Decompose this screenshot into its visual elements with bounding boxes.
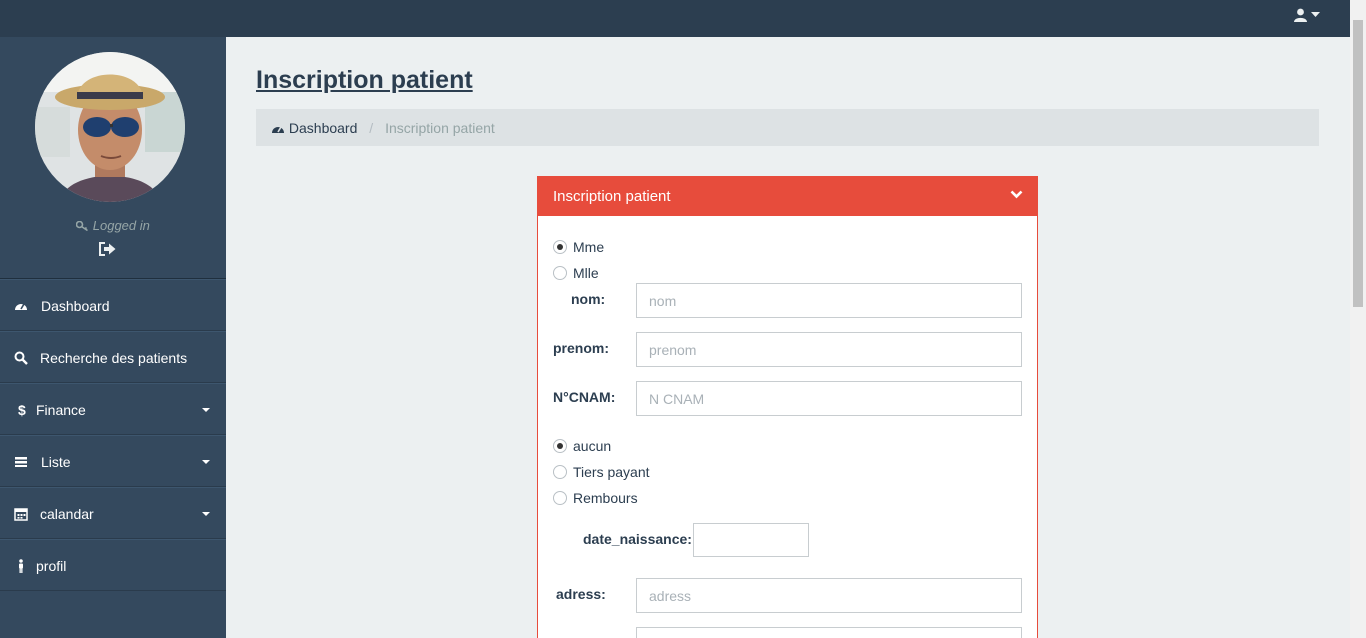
radio-label: Rembours xyxy=(573,490,638,506)
breadcrumb: Dashboard / Inscription patient xyxy=(256,109,1319,146)
sidebar-nav: Dashboard Recherche des patients $ Finan… xyxy=(0,278,226,591)
date-naissance-label: date_naissance: xyxy=(583,531,692,547)
radio-label: Mlle xyxy=(573,265,599,281)
page-scrollbar[interactable] xyxy=(1350,0,1366,638)
panel-title: Inscription patient xyxy=(553,188,671,205)
sidebar-item-label: Finance xyxy=(36,402,86,418)
dashboard-icon xyxy=(272,126,284,133)
nom-label: nom: xyxy=(571,291,606,307)
top-navbar xyxy=(0,0,1350,37)
sidebar-item-calandar[interactable]: calandar xyxy=(0,487,226,539)
date-naissance-input[interactable] xyxy=(693,523,809,557)
sidebar-item-dashboard[interactable]: Dashboard xyxy=(0,279,226,331)
dollar-icon: $ xyxy=(18,403,26,417)
radio-mlle[interactable]: Mlle xyxy=(553,265,599,281)
svg-text:$: $ xyxy=(18,403,26,417)
sidebar-item-label: Dashboard xyxy=(41,298,110,314)
cnam-input[interactable] xyxy=(636,381,1022,416)
sidebar-item-label: calandar xyxy=(40,506,94,522)
sidebar-item-label: profil xyxy=(36,558,67,574)
radio-tiers-payant[interactable]: Tiers payant xyxy=(553,464,650,480)
radio-dot[interactable] xyxy=(553,266,567,280)
chevron-down-icon[interactable] xyxy=(1010,190,1023,199)
user-icon xyxy=(1294,8,1308,23)
calendar-icon xyxy=(14,508,28,521)
key-icon xyxy=(75,220,89,232)
chevron-down-icon xyxy=(202,512,210,516)
sidebar-item-recherche[interactable]: Recherche des patients xyxy=(0,331,226,383)
user-menu-toggle[interactable] xyxy=(1294,6,1320,23)
adress-label: adress: xyxy=(556,586,606,602)
dashboard-icon xyxy=(15,303,27,310)
breadcrumb-home-label: Dashboard xyxy=(288,120,358,136)
list-icon xyxy=(15,457,27,467)
logged-in-status: Logged in xyxy=(0,218,226,233)
nom-input[interactable] xyxy=(636,283,1022,318)
sidebar-item-label: Recherche des patients xyxy=(40,350,188,366)
search-icon xyxy=(14,351,28,365)
radio-aucun[interactable]: aucun xyxy=(553,438,611,454)
radio-dot[interactable] xyxy=(553,465,567,479)
prenom-input[interactable] xyxy=(636,332,1022,367)
radio-dot[interactable] xyxy=(553,491,567,505)
sidebar: Logged in Dashboard Recherche des patien… xyxy=(0,37,226,638)
chevron-down-icon xyxy=(202,408,210,412)
breadcrumb-current: Inscription patient xyxy=(385,120,495,136)
breadcrumb-separator: / xyxy=(369,120,374,136)
sidebar-item-finance[interactable]: $ Finance xyxy=(0,383,226,435)
radio-label: aucun xyxy=(573,438,612,454)
avatar xyxy=(35,52,185,202)
cnam-label: N°CNAM: xyxy=(553,389,616,405)
adress-input[interactable] xyxy=(636,578,1022,613)
radio-label: Tiers payant xyxy=(573,464,650,480)
page-title: Inscription patient xyxy=(256,66,473,94)
male-icon xyxy=(19,559,23,573)
next-field-input[interactable] xyxy=(636,627,1022,638)
prenom-label: prenom: xyxy=(553,340,609,356)
radio-mme[interactable]: Mme xyxy=(553,239,604,255)
caret-down-icon xyxy=(1311,12,1320,18)
sidebar-item-profil[interactable]: profil xyxy=(0,539,226,591)
chevron-down-icon xyxy=(202,460,210,464)
logout-button[interactable] xyxy=(97,241,117,257)
breadcrumb-home-link[interactable]: Dashboard xyxy=(271,120,361,136)
radio-label: Mme xyxy=(573,239,605,255)
sidebar-item-liste[interactable]: Liste xyxy=(0,435,226,487)
panel-header: Inscription patient xyxy=(538,177,1037,216)
sidebar-item-label: Liste xyxy=(41,454,71,470)
radio-dot[interactable] xyxy=(553,439,567,453)
logged-in-text: Logged in xyxy=(92,218,150,233)
radio-rembours[interactable]: Rembours xyxy=(553,490,638,506)
radio-dot[interactable] xyxy=(553,240,567,254)
scrollbar-thumb[interactable] xyxy=(1353,20,1363,307)
sign-out-icon xyxy=(99,242,116,256)
